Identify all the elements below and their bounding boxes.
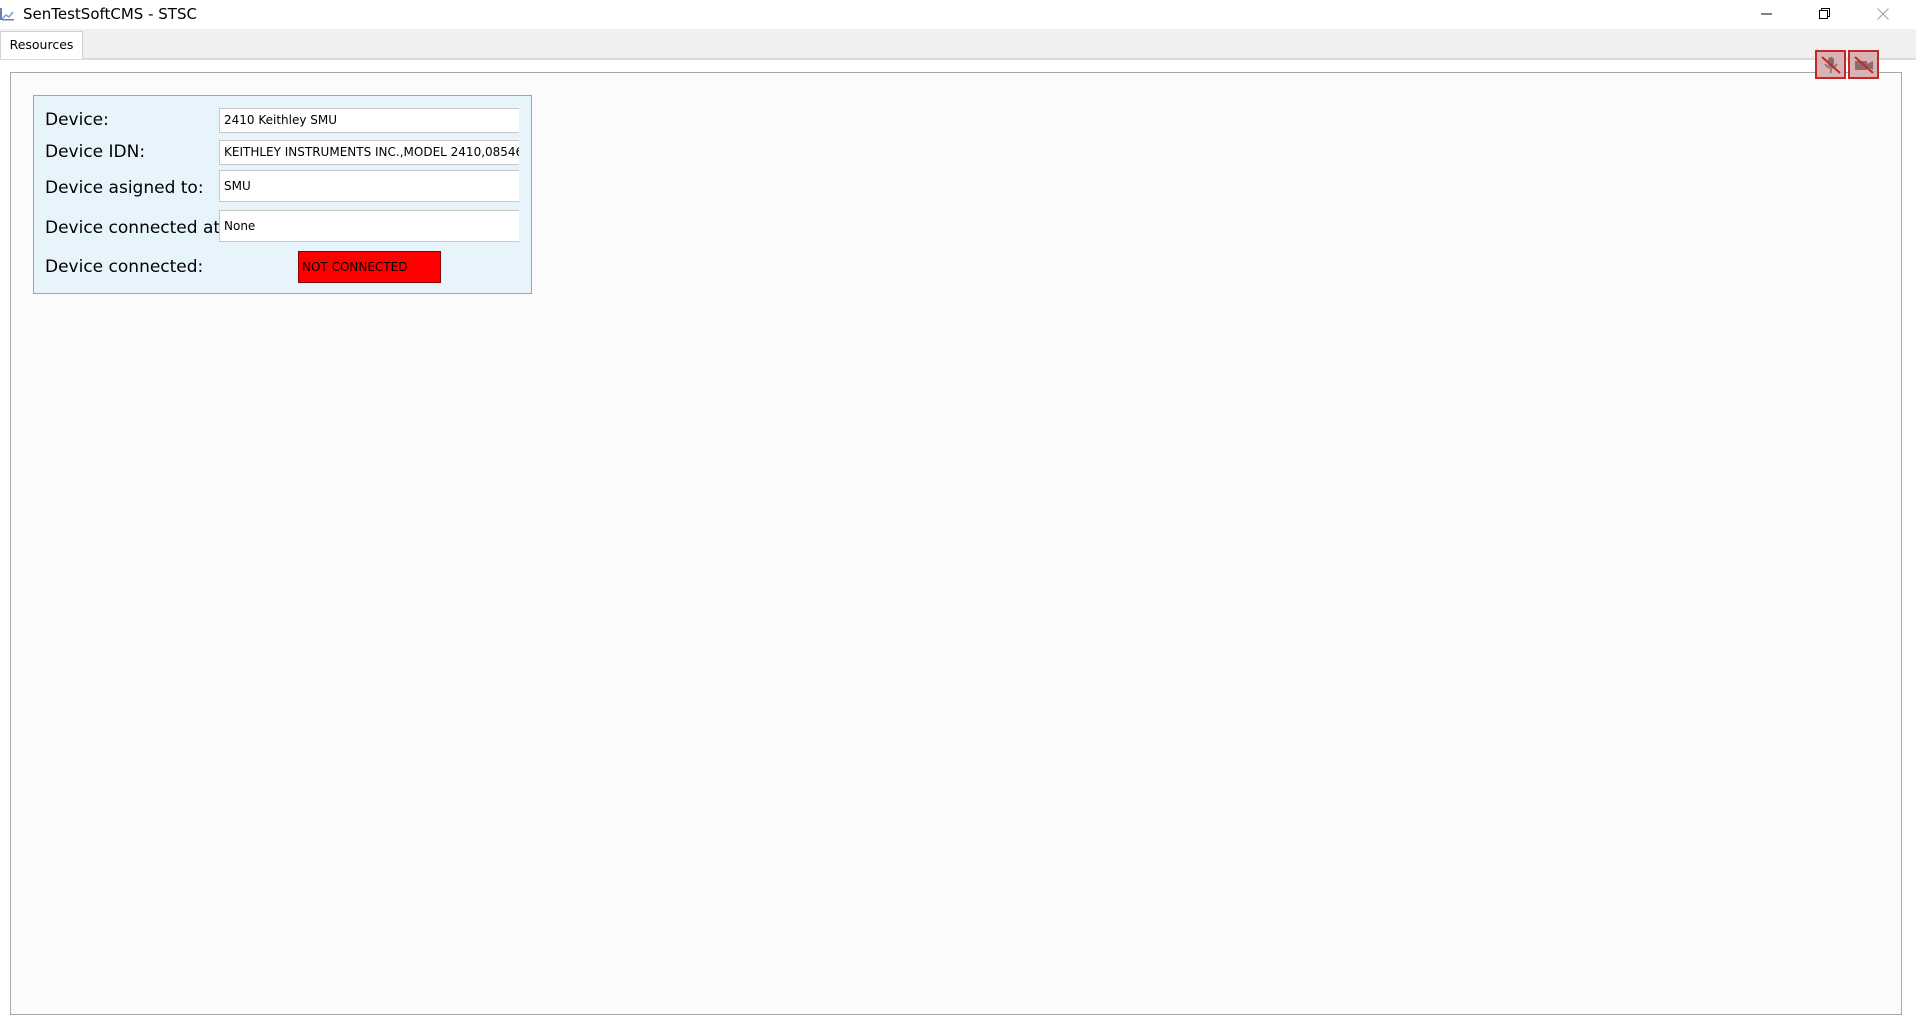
chart-app-icon	[0, 6, 18, 22]
window-title: SenTestSoftCMS - STSC	[23, 5, 197, 23]
close-icon	[1877, 8, 1889, 20]
device-idn-label: Device IDN:	[45, 142, 146, 162]
title-bar: SenTestSoftCMS - STSC	[0, 0, 1916, 29]
device-assigned-field[interactable]: SMU	[219, 170, 519, 202]
camera-off-icon[interactable]	[1848, 50, 1879, 79]
device-connected-at-field[interactable]: None	[219, 210, 519, 242]
tab-resources[interactable]: Resources	[0, 31, 83, 59]
minimize-icon	[1761, 13, 1772, 15]
restore-button[interactable]	[1802, 0, 1848, 29]
device-assigned-label: Device asigned to:	[45, 178, 204, 198]
tab-content-border	[0, 59, 1916, 60]
device-label: Device:	[45, 110, 109, 130]
device-connected-label: Device connected:	[45, 257, 204, 277]
restore-icon	[1819, 8, 1830, 19]
device-idn-field[interactable]: KEITHLEY INSTRUMENTS INC.,MODEL 2410,085…	[219, 140, 519, 165]
device-field[interactable]: 2410 Keithley SMU	[219, 108, 519, 133]
minimize-button[interactable]	[1744, 0, 1790, 29]
device-connected-at-label: Device connected at:	[45, 218, 226, 238]
device-info-panel: Device: 2410 Keithley SMU Device IDN: KE…	[33, 95, 532, 294]
tab-bar: Resources	[0, 29, 1916, 59]
connection-status-badge: NOT CONNECTED	[298, 251, 441, 283]
close-button[interactable]	[1860, 0, 1906, 29]
microphone-off-icon[interactable]	[1815, 50, 1846, 79]
media-status-icons	[1815, 50, 1881, 80]
